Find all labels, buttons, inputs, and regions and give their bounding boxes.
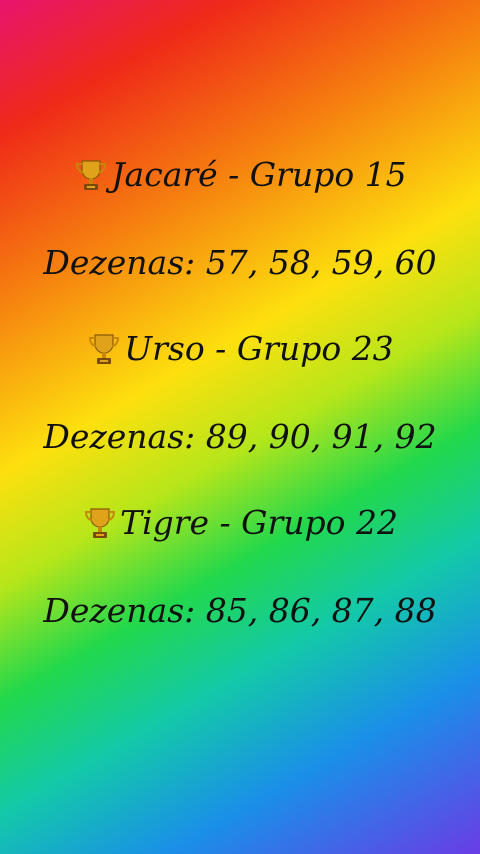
group-title-jacare: Jacaré - Grupo 15 xyxy=(0,155,480,195)
dezenas-urso: Dezenas: 89, 90, 91, 92 xyxy=(43,417,437,456)
group-title-tigre: Tigre - Grupo 22 xyxy=(0,503,480,543)
trophy-icon xyxy=(84,508,116,538)
group-title-text: Tigre - Grupo 22 xyxy=(120,503,398,542)
dezenas-jacare: Dezenas: 57, 58, 59, 60 xyxy=(43,243,437,282)
group-title-urso: Urso - Grupo 23 xyxy=(0,329,480,369)
animal-groups-card: Jacaré - Grupo 15 Dezenas: 57, 58, 59, 6… xyxy=(0,0,480,854)
dezenas-tigre: Dezenas: 85, 86, 87, 88 xyxy=(43,591,437,630)
trophy-icon xyxy=(76,160,107,190)
group-title-text: Urso - Grupo 23 xyxy=(124,329,394,368)
group-title-text: Jacaré - Grupo 15 xyxy=(111,155,407,194)
trophy-icon xyxy=(89,334,120,364)
